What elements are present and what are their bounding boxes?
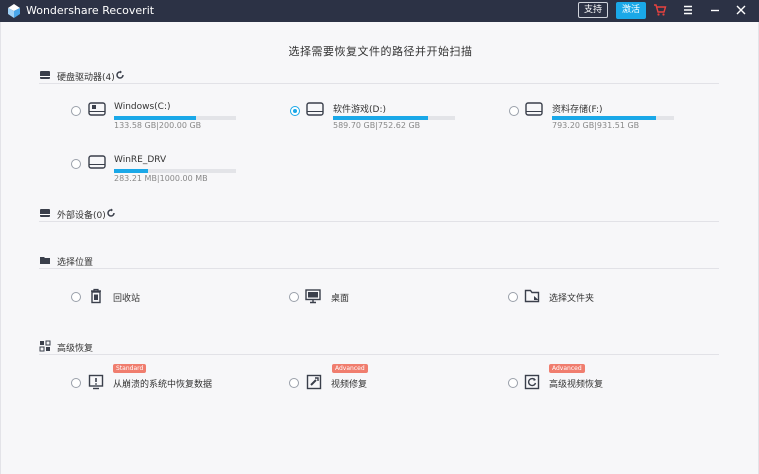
section-label: 选择位置 — [57, 258, 94, 268]
drive-c-usage-fill — [114, 116, 196, 120]
desktop-label[interactable]: 桌面 — [331, 291, 349, 304]
advanced-badge: Advanced — [549, 364, 585, 373]
section-label: 硬盘驱动器(4) — [57, 73, 115, 83]
drive-f-usage-bar — [552, 116, 674, 120]
drive-f-name[interactable]: 资料存储(F:) — [552, 102, 603, 115]
drive-d-usage-bar — [333, 116, 455, 120]
drive-icon — [88, 155, 106, 169]
recycle-bin-label[interactable]: 回收站 — [113, 291, 140, 304]
menu-icon[interactable] — [680, 2, 696, 18]
advanced-video-icon — [524, 374, 540, 390]
main-panel: 选择需要恢复文件的路径并开始扫描 硬盘驱动器(4) Windows(C:) 13… — [0, 22, 759, 474]
advanced-video-label[interactable]: 高级视频恢复 — [549, 377, 603, 390]
hard-drive-section-icon — [40, 71, 50, 79]
recycle-bin-icon — [91, 288, 101, 304]
drive-f-radio[interactable] — [509, 106, 519, 116]
recycle-bin-radio[interactable] — [71, 292, 81, 302]
desktop-icon — [305, 289, 321, 304]
drive-f-size: 793.20 GB|931.51 GB — [552, 121, 640, 130]
folder-section-icon — [40, 257, 50, 264]
register-button[interactable]: 激活 — [616, 2, 647, 19]
divider — [39, 354, 719, 355]
minimize-icon[interactable] — [707, 2, 723, 18]
refresh-icon[interactable] — [115, 70, 125, 80]
divider — [39, 83, 719, 84]
app-title: Wondershare Recoverit — [26, 4, 155, 17]
drive-winre-size: 283.21 MB|1000.00 MB — [114, 174, 208, 183]
video-repair-label[interactable]: 视频修复 — [331, 377, 367, 390]
drive-icon — [306, 102, 324, 116]
windows-drive-icon — [88, 102, 106, 116]
divider — [39, 268, 719, 269]
external-drive-section-icon — [40, 209, 50, 217]
crashed-system-icon — [88, 374, 104, 390]
advanced-video-radio[interactable] — [508, 378, 518, 388]
drive-d-radio[interactable] — [290, 106, 300, 116]
drive-c-name[interactable]: Windows(C:) — [114, 102, 171, 112]
desktop-radio[interactable] — [289, 292, 299, 302]
drive-winre-usage-fill — [114, 169, 149, 173]
select-folder-label[interactable]: 选择文件夹 — [549, 291, 594, 304]
drive-c-usage-bar — [114, 116, 236, 120]
refresh-icon[interactable] — [106, 208, 116, 218]
support-button[interactable]: 支持 — [578, 2, 609, 18]
drive-c-size: 133.58 GB|200.00 GB — [114, 121, 202, 130]
standard-badge: Standard — [113, 364, 147, 373]
drive-d-name[interactable]: 软件游戏(D:) — [333, 102, 386, 115]
drive-winre-usage-bar — [114, 169, 236, 173]
section-label: 外部设备(0) — [57, 211, 106, 221]
divider — [39, 221, 719, 222]
close-icon[interactable] — [733, 2, 749, 18]
section-label: 高级恢复 — [57, 344, 94, 354]
video-repair-icon — [306, 374, 322, 390]
folder-icon — [524, 289, 540, 303]
grid-section-icon — [39, 340, 51, 352]
page-headline: 选择需要恢复文件的路径并开始扫描 — [288, 45, 473, 58]
crashed-system-radio[interactable] — [71, 378, 81, 388]
drive-winre-name[interactable]: WinRE_DRV — [114, 155, 166, 165]
drive-d-usage-fill — [333, 116, 429, 120]
drive-icon — [525, 102, 543, 116]
drive-winre-radio[interactable] — [71, 159, 81, 169]
video-repair-radio[interactable] — [289, 378, 299, 388]
crashed-system-label[interactable]: 从崩溃的系统中恢复数据 — [113, 377, 212, 390]
title-bar: Wondershare Recoverit 支持 激活 — [0, 0, 759, 22]
cart-icon[interactable] — [652, 2, 668, 18]
advanced-badge: Advanced — [332, 364, 368, 373]
drive-d-size: 589.70 GB|752.62 GB — [333, 121, 421, 130]
app-logo-icon — [8, 4, 20, 18]
drive-f-usage-fill — [552, 116, 656, 120]
drive-c-radio[interactable] — [71, 106, 81, 116]
select-folder-radio[interactable] — [508, 292, 518, 302]
